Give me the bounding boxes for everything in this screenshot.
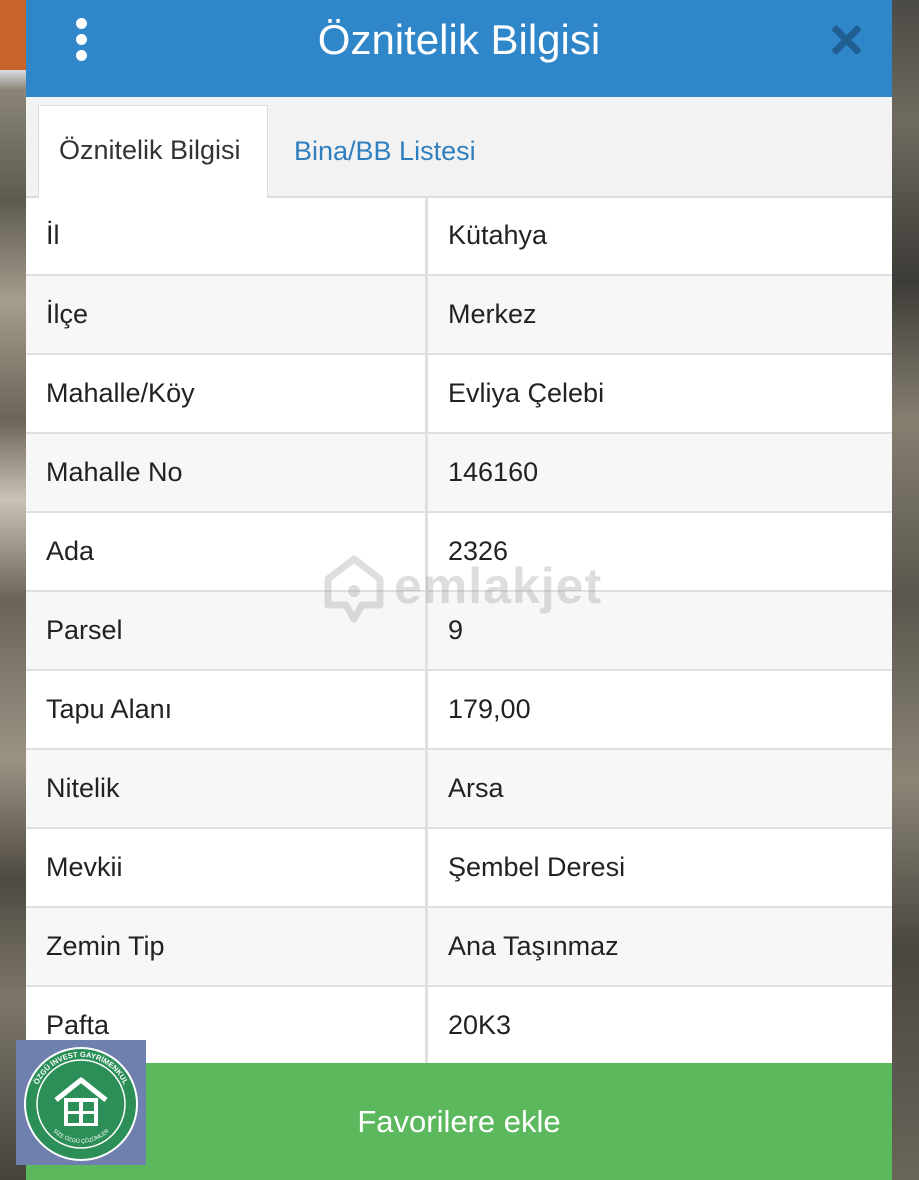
table-row: Mevkii Şembel Deresi xyxy=(26,829,892,908)
attribute-key: Parsel xyxy=(26,592,428,669)
attribute-key: Mevkii xyxy=(26,829,428,906)
add-favorites-button[interactable]: Favorilere ekle xyxy=(26,1063,892,1180)
attribute-key: İlçe xyxy=(26,276,428,353)
attribute-key: İl xyxy=(26,197,428,274)
map-background-left xyxy=(0,0,26,1180)
attribute-panel: Öznitelik Bilgisi Öznitelik Bilgisi Bina… xyxy=(26,0,892,1180)
panel-header: Öznitelik Bilgisi xyxy=(26,0,892,97)
attribute-value: 179,00 xyxy=(448,694,531,724)
tab-bar: Öznitelik Bilgisi Bina/BB Listesi xyxy=(26,97,892,198)
attribute-key: Mahalle/Köy xyxy=(26,355,428,432)
table-row: Mahalle No 146160 xyxy=(26,434,892,513)
tab-building-list[interactable]: Bina/BB Listesi xyxy=(274,107,496,196)
map-background-marker xyxy=(0,0,26,70)
table-row: İl Kütahya xyxy=(26,197,892,276)
attribute-key: Mahalle No xyxy=(26,434,428,511)
attribute-value: 2326 xyxy=(448,536,509,566)
close-icon[interactable] xyxy=(830,24,862,56)
table-row: Pafta 20K3 xyxy=(26,987,892,1066)
table-row: Mahalle/Köy Evliya Çelebi xyxy=(26,355,892,434)
attribute-value: 9 xyxy=(448,615,464,645)
attribute-value: Şembel Deresi xyxy=(448,852,626,882)
table-row: Nitelik Arsa xyxy=(26,750,892,829)
attribute-key: Pafta xyxy=(26,987,428,1064)
attribute-key: Tapu Alanı xyxy=(26,671,428,748)
attribute-value: 146160 xyxy=(448,457,539,487)
attribute-value: 20K3 xyxy=(448,1010,512,1040)
table-row: Parsel 9 xyxy=(26,592,892,671)
table-row: Tapu Alanı 179,00 xyxy=(26,671,892,750)
panel-title: Öznitelik Bilgisi xyxy=(317,16,601,63)
attribute-value: Evliya Çelebi xyxy=(448,378,605,408)
map-background-right xyxy=(892,0,919,1180)
table-row: İlçe Merkez xyxy=(26,276,892,355)
attribute-value: Merkez xyxy=(448,299,537,329)
table-row: Ada 2326 xyxy=(26,513,892,592)
tab-attribute-info[interactable]: Öznitelik Bilgisi xyxy=(38,105,268,198)
attribute-key: Zemin Tip xyxy=(26,908,428,985)
attribute-table: İl Kütahya İlçe Merkez Mahalle/Köy Evliy… xyxy=(26,197,892,1066)
attribute-value: Arsa xyxy=(448,773,504,803)
attribute-key: Nitelik xyxy=(26,750,428,827)
attribute-value: Ana Taşınmaz xyxy=(448,931,619,961)
table-row: Zemin Tip Ana Taşınmaz xyxy=(26,908,892,987)
attribute-value: Kütahya xyxy=(448,220,548,250)
attribute-key: Ada xyxy=(26,513,428,590)
